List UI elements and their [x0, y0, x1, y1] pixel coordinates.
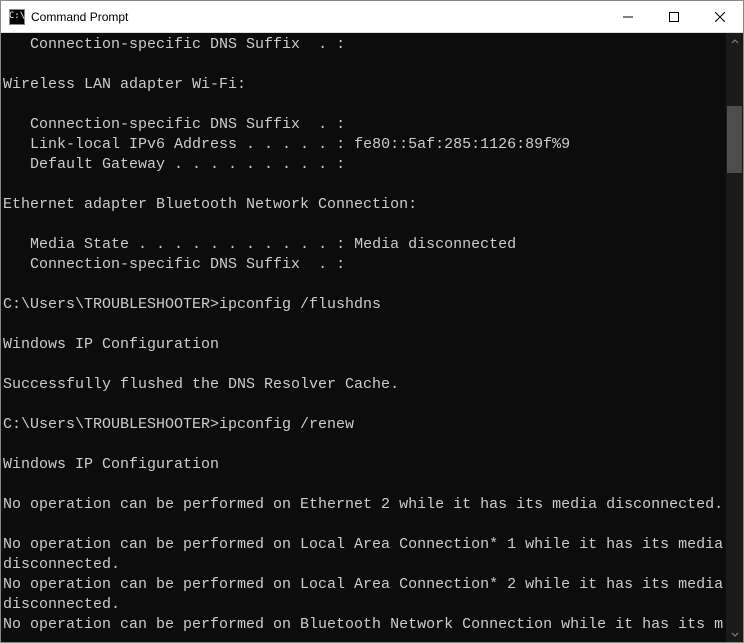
minimize-icon	[623, 12, 633, 22]
vertical-scrollbar[interactable]	[726, 33, 743, 642]
close-icon	[715, 12, 725, 22]
maximize-icon	[669, 12, 679, 22]
console-output[interactable]: Connection-specific DNS Suffix . : Wirel…	[1, 33, 726, 642]
command-prompt-icon: C:\	[9, 9, 25, 25]
titlebar[interactable]: C:\ Command Prompt	[1, 1, 743, 33]
window-controls	[605, 1, 743, 32]
maximize-button[interactable]	[651, 1, 697, 32]
console-area: Connection-specific DNS Suffix . : Wirel…	[1, 33, 743, 642]
minimize-button[interactable]	[605, 1, 651, 32]
scroll-down-arrow-icon[interactable]	[726, 625, 743, 642]
scroll-up-arrow-icon[interactable]	[726, 33, 743, 50]
window-title: Command Prompt	[31, 10, 605, 24]
scrollbar-thumb[interactable]	[727, 106, 742, 173]
close-button[interactable]	[697, 1, 743, 32]
